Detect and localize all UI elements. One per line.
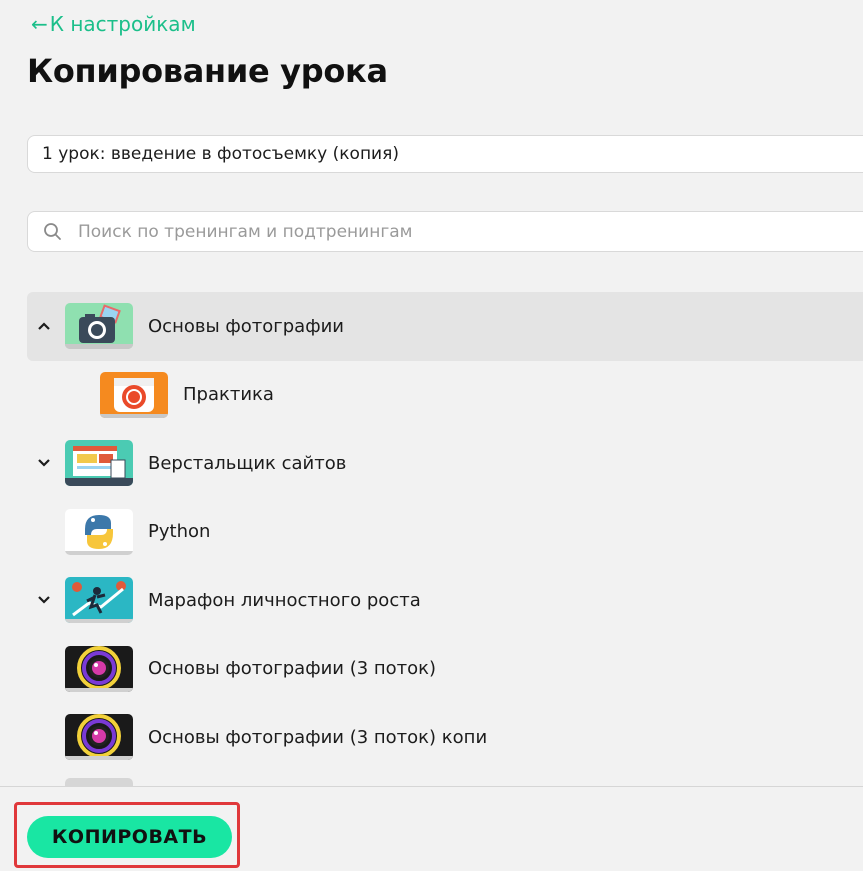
web-layout-icon (65, 440, 133, 486)
lesson-name-field[interactable] (27, 135, 863, 173)
tree-item-marafon[interactable]: Марафон личностного роста (27, 566, 863, 635)
tree-item-osnovy-fotografii[interactable]: Основы фотографии (27, 292, 863, 361)
tree-item-label: Python (148, 521, 211, 543)
tree-item-label: Верстальщик сайтов (148, 452, 347, 474)
tree-item-osnovy-fotografii-3-potok[interactable]: Основы фотографии (3 поток) (27, 635, 863, 704)
tree-item-label: Основы фотографии (148, 315, 344, 337)
training-tree: Основы фотографии Практика Верстальщик с… (27, 292, 863, 840)
tree-item-praktika[interactable]: Практика (27, 361, 863, 430)
camera-photo-icon (65, 303, 133, 349)
back-link-label: К настройкам (49, 12, 196, 36)
copy-lesson-page: ← К настройкам Копирование урока 1 урок:… (0, 0, 863, 871)
page-title: Копирование урока (27, 52, 388, 90)
chevron-down-icon[interactable] (35, 454, 53, 472)
python-logo-icon (65, 508, 133, 555)
tree-item-osnovy-fotografii-3-potok-kopiya[interactable]: Основы фотографии (3 поток) копи (27, 703, 863, 772)
search-box[interactable] (27, 211, 863, 252)
tree-item-label: Основы фотографии (3 поток) копи (148, 726, 488, 748)
search-input[interactable] (78, 221, 863, 242)
copy-button[interactable]: КОПИРОВАТЬ (27, 816, 232, 858)
search-icon (28, 222, 78, 242)
orange-camera-icon (100, 371, 168, 418)
tree-item-label: Основы фотографии (3 поток) (148, 658, 437, 680)
tree-item-verstalshchik-saitov[interactable]: Верстальщик сайтов (27, 429, 863, 498)
growth-runner-icon (65, 577, 133, 623)
lens-swirl-icon (65, 645, 133, 692)
back-to-settings-link[interactable]: ← К настройкам (31, 12, 196, 36)
tree-item-python[interactable]: Python (27, 498, 863, 567)
chevron-up-icon[interactable] (35, 317, 53, 335)
tree-item-label: Марафон личностного роста (148, 589, 421, 611)
tree-item-label: Практика (183, 384, 274, 406)
arrow-left-icon: ← (31, 12, 48, 36)
lens-swirl-icon (65, 714, 133, 760)
chevron-down-icon[interactable] (35, 591, 53, 609)
